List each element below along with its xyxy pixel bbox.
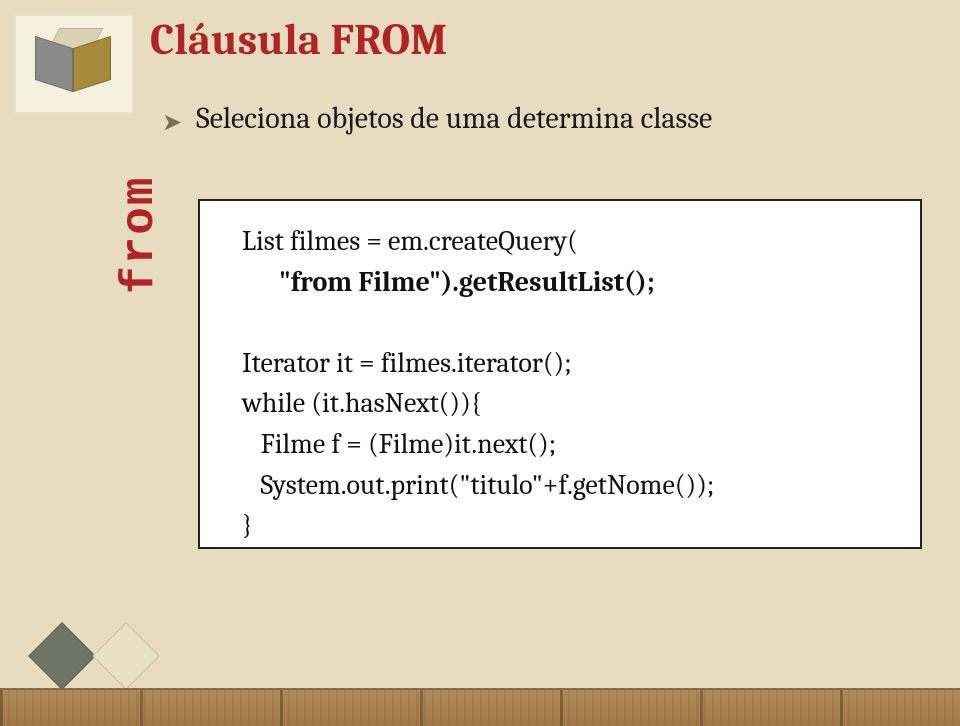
- code-line: while (it.hasNext()){: [242, 387, 482, 419]
- cube-icon: [31, 28, 117, 100]
- slide-title: Cláusula FROM: [150, 14, 936, 65]
- logo-cube: [14, 14, 134, 114]
- slide-content: Cláusula FROM ➤ Seleciona objetos de uma…: [150, 14, 936, 666]
- prev-diamond-icon[interactable]: [28, 622, 96, 690]
- code-line: Filme f = (Filme)it.next();: [242, 428, 556, 460]
- code-line: }: [242, 509, 253, 541]
- bullet-text: Seleciona objetos de uma determina class…: [196, 101, 712, 136]
- next-diamond-icon[interactable]: [92, 622, 160, 690]
- side-label-from: from: [114, 176, 166, 294]
- code-line: Iterator it = filmes.iterator();: [242, 347, 572, 379]
- footer-wood: [0, 688, 960, 726]
- code-block: List filmes = em.createQuery( "from Film…: [198, 199, 922, 549]
- code-line: List filmes = em.createQuery(: [242, 225, 578, 257]
- code-line: System.out.print("titulo"+f.getNome());: [242, 469, 714, 501]
- nav-diamonds: [38, 632, 150, 680]
- bullet-item: ➤ Seleciona objetos de uma determina cla…: [162, 101, 936, 136]
- bullet-icon: ➤: [162, 108, 182, 137]
- code-line: "from Filme").getResultList();: [242, 266, 655, 298]
